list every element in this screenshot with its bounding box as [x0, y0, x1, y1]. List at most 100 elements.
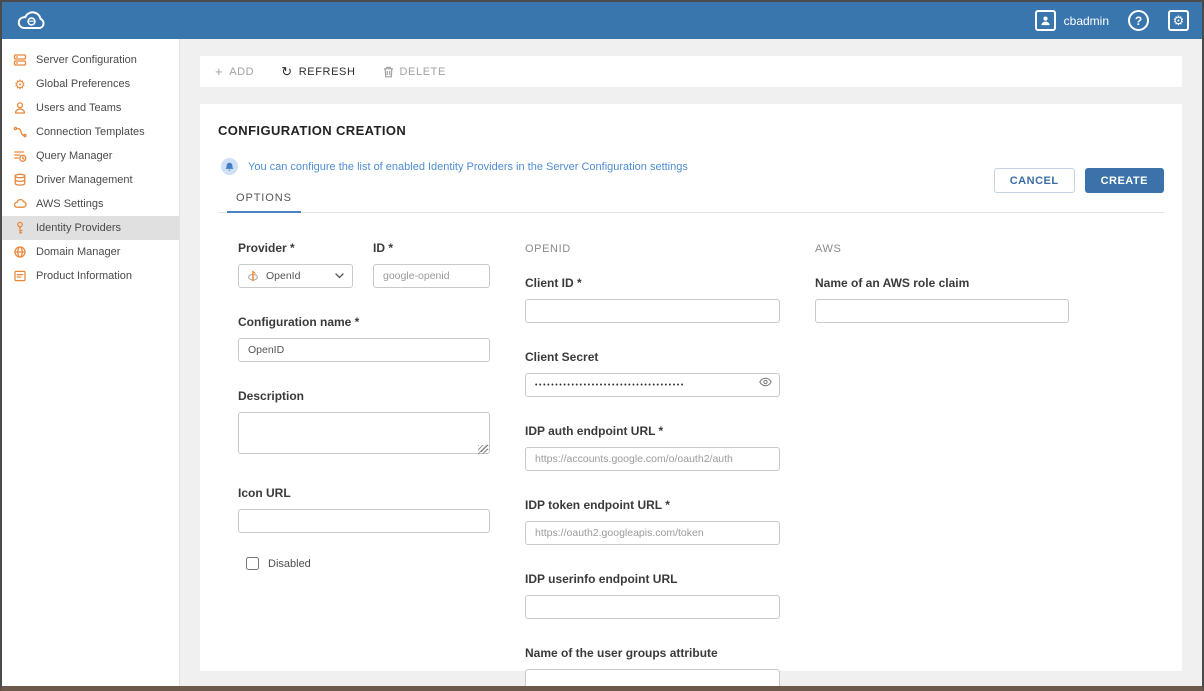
top-bar: cbadmin ? ⚙	[2, 2, 1202, 39]
provider-field: Provider * OpenI	[238, 241, 353, 288]
aws-role-claim-label: Name of an AWS role claim	[815, 276, 1069, 290]
settings-icon[interactable]: ⚙	[1168, 10, 1189, 31]
sidebar-item-identity-providers[interactable]: Identity Providers	[2, 216, 179, 240]
configuration-name-input[interactable]	[238, 338, 490, 362]
cancel-button[interactable]: CANCEL	[994, 168, 1075, 193]
idp-userinfo-endpoint-input[interactable]	[525, 595, 780, 619]
idp-token-endpoint-field: IDP token endpoint URL *	[525, 498, 780, 545]
description-textarea[interactable]	[238, 412, 490, 454]
sidebar-item-users-and-teams[interactable]: Users and Teams	[2, 96, 179, 120]
provider-label: Provider *	[238, 241, 353, 255]
sidebar-item-label: Identity Providers	[36, 222, 121, 234]
client-id-field: Client ID *	[525, 276, 780, 323]
id-input[interactable]	[373, 264, 490, 288]
sidebar-item-product-information[interactable]: Product Information	[2, 264, 179, 288]
topbar-actions: cbadmin ? ⚙	[1035, 10, 1189, 31]
plus-icon: +	[215, 65, 223, 78]
globe-icon	[13, 245, 27, 259]
content-area: + ADD ↻ REFRESH DELETE CONFIGURATION CRE…	[180, 39, 1202, 686]
client-id-label: Client ID *	[525, 276, 780, 290]
user-groups-attribute-label: Name of the user groups attribute	[525, 646, 780, 660]
user-avatar-icon	[1035, 10, 1056, 31]
user-groups-attribute-input[interactable]	[525, 669, 780, 686]
aws-role-claim-input[interactable]	[815, 299, 1069, 323]
idp-token-endpoint-label: IDP token endpoint URL *	[525, 498, 780, 512]
app-window: cbadmin ? ⚙ Server Configuration ⚙ Globa…	[0, 0, 1204, 691]
configuration-creation-panel: CONFIGURATION CREATION You can configure…	[200, 104, 1182, 671]
idp-auth-endpoint-field: IDP auth endpoint URL *	[525, 424, 780, 471]
sidebar-item-query-manager[interactable]: Query Manager	[2, 144, 179, 168]
cloud-icon	[13, 197, 27, 211]
cloudbeaver-logo-icon[interactable]	[15, 8, 51, 34]
refresh-icon: ↻	[281, 65, 293, 78]
sidebar-item-label: Query Manager	[36, 150, 112, 162]
add-button[interactable]: + ADD	[215, 65, 254, 78]
document-icon	[13, 269, 27, 283]
disabled-checkbox[interactable]	[246, 557, 259, 570]
sidebar-item-label: Server Configuration	[36, 54, 137, 66]
sidebar-item-global-preferences[interactable]: ⚙ Global Preferences	[2, 72, 179, 96]
sidebar-item-label: AWS Settings	[36, 198, 103, 210]
eye-icon[interactable]	[759, 378, 772, 387]
gear-glyph-icon: ⚙	[1173, 14, 1185, 27]
create-button[interactable]: CREATE	[1085, 168, 1164, 193]
provider-select[interactable]: OpenId	[238, 264, 353, 288]
sidebar-item-domain-manager[interactable]: Domain Manager	[2, 240, 179, 264]
sidebar-item-label: Connection Templates	[36, 126, 145, 138]
id-field: ID *	[373, 241, 490, 288]
sidebar-item-driver-management[interactable]: Driver Management	[2, 168, 179, 192]
gear-icon: ⚙	[13, 77, 27, 91]
disabled-checkbox-row: Disabled	[246, 557, 490, 570]
server-icon	[13, 53, 27, 67]
chevron-down-icon	[335, 273, 344, 279]
sidebar-item-connection-templates[interactable]: Connection Templates	[2, 120, 179, 144]
idp-auth-endpoint-label: IDP auth endpoint URL *	[525, 424, 780, 438]
user-groups-attribute-field: Name of the user groups attribute	[525, 646, 780, 686]
body: Server Configuration ⚙ Global Preference…	[2, 39, 1202, 686]
id-label: ID *	[373, 241, 490, 255]
sidebar-item-label: Domain Manager	[36, 246, 120, 258]
list-toolbar: + ADD ↻ REFRESH DELETE	[200, 56, 1182, 87]
shuffle-icon	[13, 125, 27, 139]
sidebar-item-label: Users and Teams	[36, 102, 121, 114]
description-field: Description	[238, 389, 490, 459]
tab-options[interactable]: OPTIONS	[227, 186, 301, 213]
aws-column: AWS Name of an AWS role claim	[815, 241, 1069, 686]
query-list-clock-icon	[13, 149, 27, 163]
idp-userinfo-endpoint-label: IDP userinfo endpoint URL	[525, 572, 780, 586]
configuration-name-label: Configuration name *	[238, 315, 490, 329]
user-icon	[13, 101, 27, 115]
sidebar-item-label: Global Preferences	[36, 78, 130, 90]
username-label: cbadmin	[1064, 14, 1109, 28]
help-icon[interactable]: ?	[1128, 10, 1149, 31]
client-secret-input[interactable]	[525, 373, 780, 397]
user-menu[interactable]: cbadmin	[1035, 10, 1109, 31]
client-id-input[interactable]	[525, 299, 780, 323]
refresh-button[interactable]: ↻ REFRESH	[281, 65, 355, 78]
icon-url-label: Icon URL	[238, 486, 490, 500]
bell-icon	[221, 158, 238, 175]
aws-role-claim-field: Name of an AWS role claim	[815, 276, 1069, 323]
aws-group-header: AWS	[815, 243, 1069, 255]
idp-token-endpoint-input[interactable]	[525, 521, 780, 545]
description-label: Description	[238, 389, 490, 403]
panel-title: CONFIGURATION CREATION	[218, 123, 1164, 138]
panel-actions: CANCEL CREATE	[994, 168, 1164, 193]
key-icon	[13, 221, 27, 235]
delete-button[interactable]: DELETE	[383, 66, 446, 78]
sidebar-item-label: Driver Management	[36, 174, 133, 186]
client-secret-label: Client Secret	[525, 350, 780, 364]
disabled-label: Disabled	[268, 558, 311, 570]
info-message: You can configure the list of enabled Id…	[248, 161, 688, 173]
idp-auth-endpoint-input[interactable]	[525, 447, 780, 471]
sidebar-item-aws-settings[interactable]: AWS Settings	[2, 192, 179, 216]
trash-icon	[383, 66, 394, 78]
openid-group-header: OPENID	[525, 243, 780, 255]
sidebar-item-server-configuration[interactable]: Server Configuration	[2, 48, 179, 72]
configuration-name-field: Configuration name *	[238, 315, 490, 362]
general-column: Provider * OpenI	[238, 241, 490, 686]
idp-userinfo-endpoint-field: IDP userinfo endpoint URL	[525, 572, 780, 619]
icon-url-input[interactable]	[238, 509, 490, 533]
admin-sidebar: Server Configuration ⚙ Global Preference…	[2, 39, 180, 686]
client-secret-field: Client Secret	[525, 350, 780, 397]
